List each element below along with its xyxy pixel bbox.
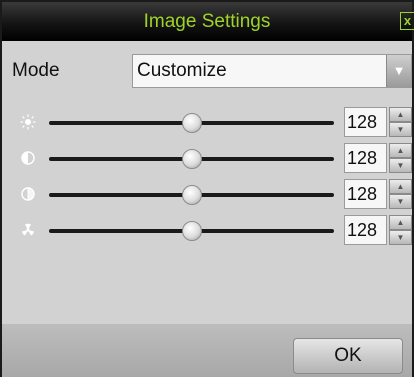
mode-dropdown[interactable]: Customize ▼ [132,54,412,88]
contrast-row: 128 ▲ ▼ [2,143,412,175]
contrast-slider-thumb[interactable] [181,149,202,169]
hue-row: 128 ▲ ▼ [2,215,412,247]
hue-decrement-button[interactable]: ▼ [389,230,412,245]
brightness-decrement-button[interactable]: ▼ [389,122,412,137]
dialog-title: Image Settings [143,11,271,32]
hue-increment-button[interactable]: ▲ [389,215,412,230]
saturation-slider[interactable] [49,185,334,205]
saturation-icon [20,186,36,202]
brightness-value-field[interactable]: 128 [344,107,387,137]
mode-row: Mode Customize ▼ [2,54,412,90]
brightness-row: 128 ▲ ▼ [2,107,412,139]
ok-button[interactable]: OK [293,338,403,374]
saturation-slider-thumb[interactable] [181,185,202,205]
contrast-increment-button[interactable]: ▲ [389,143,412,158]
saturation-row: 128 ▲ ▼ [2,179,412,211]
saturation-increment-button[interactable]: ▲ [389,179,412,194]
hue-slider-thumb[interactable] [181,221,202,241]
contrast-icon [20,150,36,166]
mode-selected-value: Customize [137,60,227,81]
contrast-value-field[interactable]: 128 [344,143,387,173]
saturation-decrement-button[interactable]: ▼ [389,194,412,209]
mode-label: Mode [12,60,60,81]
brightness-increment-button[interactable]: ▲ [389,107,412,122]
chevron-down-icon[interactable]: ▼ [386,55,411,87]
dialog-titlebar: Image Settings x [2,2,414,41]
image-settings-dialog: Image Settings x Mode Customize ▼ 128 ▲ … [0,0,414,377]
hue-icon [20,222,36,238]
close-icon: x [403,13,412,28]
contrast-slider[interactable] [49,149,334,169]
hue-slider[interactable] [49,221,334,241]
brightness-slider[interactable] [49,113,334,133]
dialog-footer: OK [2,324,412,377]
hue-value-field[interactable]: 128 [344,215,387,245]
contrast-decrement-button[interactable]: ▼ [389,158,412,173]
saturation-value-field[interactable]: 128 [344,179,387,209]
close-button[interactable]: x [400,12,414,30]
brightness-slider-thumb[interactable] [181,113,202,133]
brightness-icon [20,114,36,130]
